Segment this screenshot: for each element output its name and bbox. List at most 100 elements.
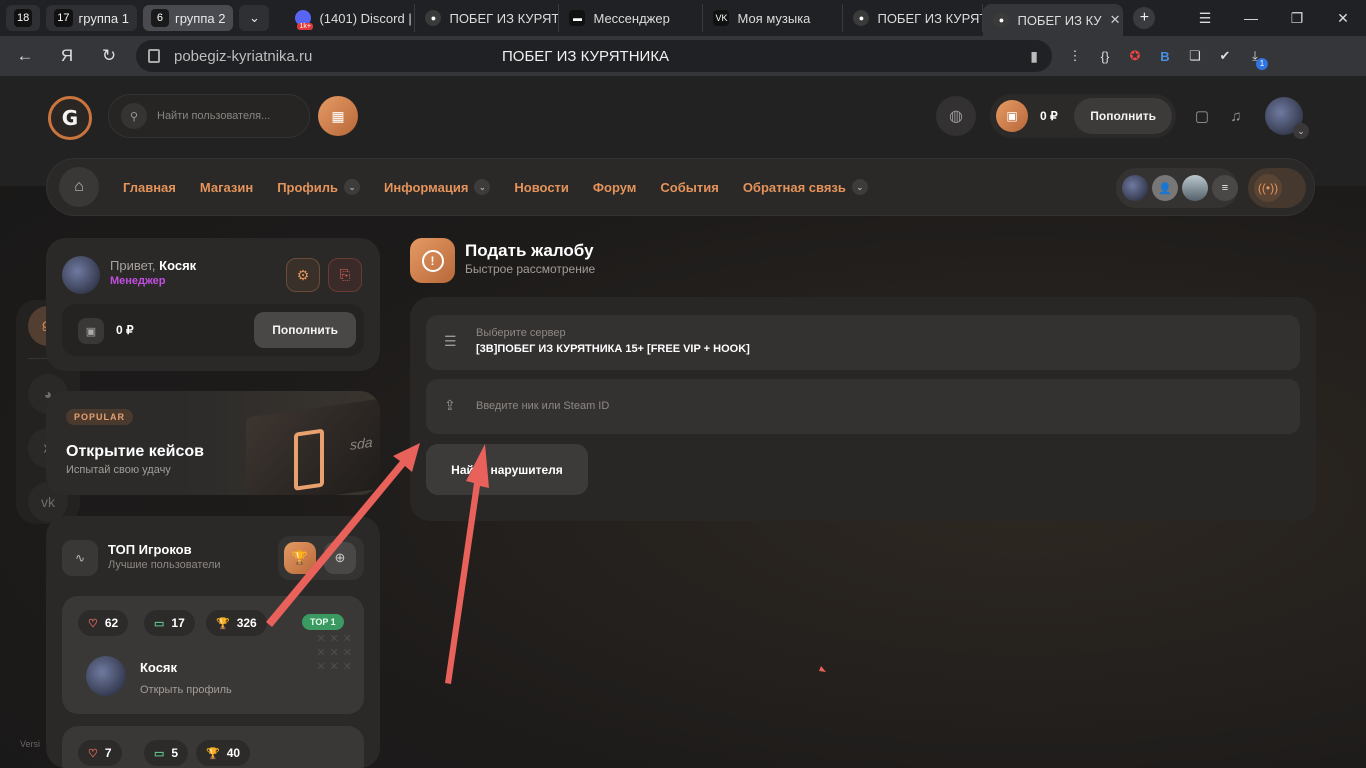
tab-group-label: группа 2 bbox=[174, 10, 226, 26]
nav-shop[interactable]: Магазин bbox=[200, 180, 253, 195]
home-button[interactable]: ⌂ bbox=[59, 167, 99, 207]
tab-discord[interactable]: 1k+ (1401) Discord | bbox=[285, 4, 416, 32]
tab-title: Мессенджер bbox=[593, 10, 670, 26]
online-users[interactable]: 👤 ≡ bbox=[1116, 168, 1238, 208]
find-violator-button[interactable]: Найти нарушителя bbox=[426, 444, 588, 495]
search-placeholder: Найти пользователя... bbox=[157, 110, 271, 122]
plus-filter-button[interactable]: ⊕ bbox=[324, 542, 356, 574]
server-select[interactable]: ☰ Выберите сервер [3B]ПОБЕГ ИЗ КУРЯТНИКА… bbox=[426, 315, 1300, 370]
b-extension-icon[interactable]: B bbox=[1150, 42, 1180, 70]
url-field[interactable]: pobegiz-kyriatnika.ru ПОБЕГ ИЗ КУРЯТНИКА… bbox=[136, 40, 1052, 72]
top-player-card[interactable]: ♡ 7 ▭ 5 🏆 40 bbox=[62, 726, 364, 768]
online-user-avatar bbox=[1182, 175, 1208, 201]
nav-label: Форум bbox=[592, 179, 637, 195]
new-tab-button[interactable]: + bbox=[1133, 7, 1156, 29]
qr-code-button[interactable]: ▦ bbox=[318, 96, 358, 136]
chevron-down-icon: ⌄ bbox=[851, 179, 868, 195]
tab-group-1[interactable]: 17 группа 1 bbox=[46, 5, 137, 31]
tab-group-2[interactable]: 6 группа 2 bbox=[142, 5, 234, 31]
broadcast-icon: ((•)) bbox=[1254, 174, 1282, 202]
reload-icon[interactable]: ↻ bbox=[92, 46, 126, 66]
chevron-down-icon: ⌄ bbox=[249, 10, 260, 25]
chevron-down-icon[interactable]: ⌄ bbox=[1293, 123, 1309, 139]
downloads-icon[interactable]: ⤓ 1 bbox=[1240, 42, 1270, 70]
version-text: Versi bbox=[20, 739, 41, 749]
popular-badge: POPULAR bbox=[66, 409, 134, 425]
nick-steamid-input[interactable]: ⇪ Введите ник или Steam ID bbox=[426, 379, 1300, 434]
settings-button[interactable]: ⚙ bbox=[286, 258, 320, 292]
tab-pobeg-active[interactable]: ● ПОБЕГ ИЗ КУ ✕ bbox=[983, 4, 1124, 36]
nav-label: События bbox=[660, 179, 719, 195]
nav-forum[interactable]: Форум bbox=[593, 180, 636, 195]
logo-letter-icon: G bbox=[61, 106, 79, 130]
nav-profile[interactable]: Профиль ⌄ bbox=[277, 179, 361, 195]
sidebar-topup-button[interactable]: Пополнить bbox=[254, 312, 356, 348]
nav-feedback[interactable]: Обратная связь ⌄ bbox=[743, 179, 868, 195]
header-avatar[interactable]: ⌄ bbox=[1265, 97, 1309, 139]
bookmark-icon[interactable]: ▮ bbox=[1030, 48, 1038, 65]
restore-icon[interactable]: ❐ bbox=[1274, 10, 1320, 27]
tab-groups-dropdown[interactable]: ⌄ bbox=[239, 5, 270, 31]
cases-subtitle: Испытай свою удачу bbox=[66, 464, 171, 476]
close-window-icon[interactable]: ✕ bbox=[1320, 10, 1366, 27]
cases-banner[interactable]: sda POPULAR Открытие кейсов Испытай свою… bbox=[46, 391, 380, 495]
complaint-title: Подать жалобу bbox=[465, 241, 594, 260]
top-filter-toggle: 🏆 ⊕ bbox=[278, 536, 364, 580]
minimize-icon[interactable]: — bbox=[1228, 10, 1274, 26]
likes-value: 62 bbox=[104, 616, 119, 630]
trophy-filter-button[interactable]: 🏆 bbox=[284, 542, 316, 574]
language-button[interactable]: ◍ bbox=[936, 96, 976, 136]
bell-icon[interactable]: ♫ bbox=[1224, 104, 1248, 128]
comment-icon: ▭ bbox=[154, 747, 165, 760]
likes-stat: ♡ 62 bbox=[78, 610, 129, 636]
profile-extension-icon[interactable]: ✔ bbox=[1210, 42, 1240, 70]
more-icon[interactable]: ⋮ bbox=[1060, 42, 1090, 70]
tab-title: (1401) Discord | bbox=[319, 10, 412, 26]
tab-group-label: группа 1 bbox=[78, 10, 129, 26]
logout-button[interactable]: ⎘ bbox=[328, 258, 362, 292]
tab-group-counter[interactable]: 18 bbox=[6, 5, 41, 31]
nav-info[interactable]: Информация ⌄ bbox=[384, 179, 491, 195]
gear-icon: ⚙ bbox=[296, 266, 310, 283]
nav-label: Магазин bbox=[199, 179, 254, 195]
tab-pobeg-1[interactable]: ● ПОБЕГ ИЗ КУРЯТ bbox=[415, 4, 560, 32]
complaint-subtitle: Быстрое рассмотрение bbox=[465, 262, 596, 276]
open-profile-link[interactable]: Открыть профиль bbox=[140, 684, 232, 696]
json-extension-icon[interactable]: {} bbox=[1090, 42, 1120, 70]
header-topup-button[interactable]: Пополнить bbox=[1074, 98, 1172, 134]
heart-icon: ♡ bbox=[88, 747, 98, 760]
chat-icon[interactable]: ▢ bbox=[1190, 104, 1214, 128]
likes-value: 7 bbox=[104, 746, 112, 760]
collections-icon[interactable]: ❏ bbox=[1180, 42, 1210, 70]
top-player-card[interactable]: ♡ 62 ▭ 17 🏆 326 TOP 1 ✕✕✕ ✕✕✕ ✕✕✕ Косяк Отк… bbox=[62, 596, 364, 714]
page-title: ПОБЕГ ИЗ КУРЯТНИКА bbox=[502, 47, 670, 65]
globe-icon: ◍ bbox=[949, 108, 963, 125]
user-icon: 👤 bbox=[1152, 175, 1178, 201]
username[interactable]: Косяк bbox=[159, 258, 196, 273]
comments-stat: ▭ 17 bbox=[144, 610, 195, 636]
sidebar-wallet: ▣ 0 ₽ Пополнить bbox=[62, 304, 364, 356]
nav-events[interactable]: События bbox=[660, 180, 718, 195]
tab-messenger[interactable]: ▬ Мессенджер bbox=[559, 4, 704, 32]
heart-icon: ♡ bbox=[88, 617, 98, 630]
yandex-icon[interactable]: Я bbox=[50, 46, 84, 66]
header-wallet: ▣ 0 ₽ Пополнить bbox=[990, 94, 1176, 138]
qr-icon: ▦ bbox=[331, 107, 345, 124]
radio-toggle[interactable]: ((•)) bbox=[1248, 168, 1306, 208]
sidebar-balance: 0 ₽ bbox=[116, 323, 134, 337]
back-icon[interactable]: ← bbox=[8, 46, 42, 66]
vk-color-extension-icon[interactable]: ✪ bbox=[1120, 42, 1150, 70]
nav-main[interactable]: Главная bbox=[123, 180, 176, 195]
messenger-icon: ▬ bbox=[569, 10, 586, 26]
site-logo[interactable]: G bbox=[48, 96, 92, 140]
avatar[interactable] bbox=[62, 256, 100, 294]
user-search-input[interactable]: ⚲ Найти пользователя... bbox=[108, 94, 310, 138]
discord-icon: 1k+ bbox=[295, 10, 313, 30]
tab-vk-music[interactable]: VK Моя музыка bbox=[703, 4, 844, 32]
close-tab-icon[interactable]: ✕ bbox=[1110, 12, 1121, 28]
tab-pobeg-2[interactable]: ● ПОБЕГ ИЗ КУРЯТ bbox=[843, 4, 984, 32]
tab-menu-icon[interactable]: ☰ bbox=[1182, 10, 1228, 27]
nick-placeholder: Введите ник или Steam ID bbox=[476, 400, 610, 412]
nav-news[interactable]: Новости bbox=[514, 180, 569, 195]
alert-icon: ! bbox=[421, 249, 444, 272]
